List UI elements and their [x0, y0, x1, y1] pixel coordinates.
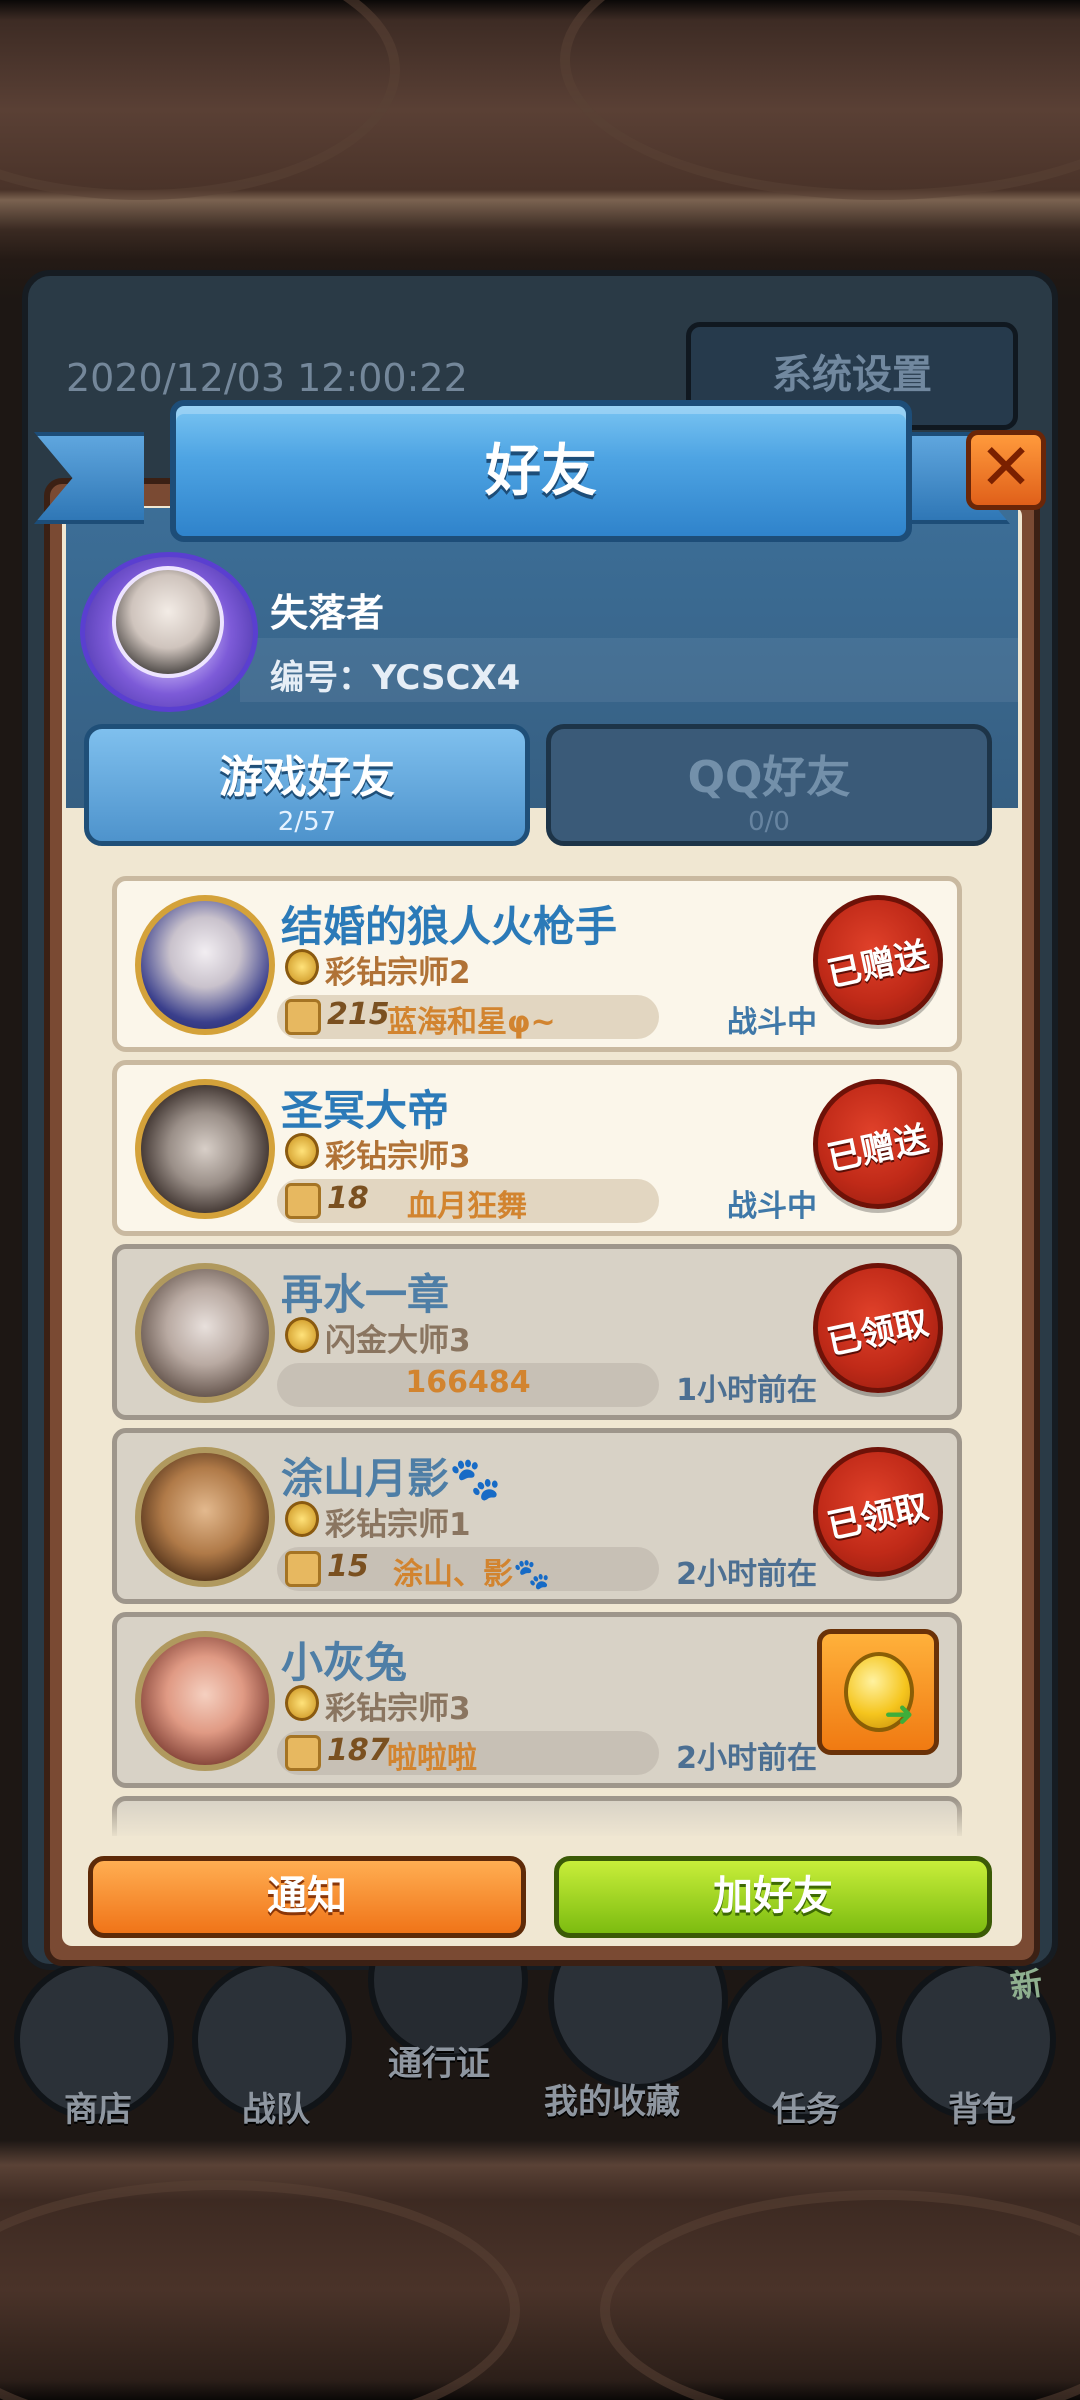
- friend-name: 再水一章: [281, 1270, 450, 1319]
- friend-name: 圣冥大帝: [281, 1086, 450, 1135]
- send-arrow-icon: ➜: [884, 1694, 915, 1735]
- seal-label: 已赠送: [823, 934, 933, 996]
- tab-game-friends[interactable]: 游戏好友 2/57: [84, 724, 530, 846]
- profile-id: 编号：YCSCX4: [270, 658, 521, 698]
- like-count: 15: [327, 1549, 369, 1584]
- friend-status: 2小时前在: [676, 1557, 817, 1592]
- list-fade: [112, 1800, 962, 1840]
- rank-medal-icon: [285, 1133, 319, 1169]
- friend-list[interactable]: 结婚的狼人火枪手 彩钻宗师2 215 蓝海和星φ~ 战斗中 已赠送 圣冥大帝 彩…: [112, 876, 962, 1836]
- guild-name: 蓝海和星φ~: [387, 1005, 556, 1040]
- bg-swirl: [560, 0, 1080, 200]
- avatar[interactable]: [135, 1631, 275, 1771]
- friend-rank: 彩钻宗师3: [325, 1691, 471, 1727]
- friend-name: 小灰兔: [281, 1638, 408, 1687]
- seal-label: 已领取: [823, 1486, 933, 1548]
- gift-sent-seal[interactable]: 已赠送: [813, 895, 943, 1025]
- rank-medal-icon: [285, 1685, 319, 1721]
- nav-label-shop: 商店: [64, 2090, 132, 2130]
- nav-label-collection: 我的收藏: [544, 2082, 680, 2122]
- rank-medal-icon: [285, 1317, 319, 1353]
- nav-label-team: 战队: [242, 2090, 310, 2130]
- friend-rank: 闪金大师3: [325, 1323, 471, 1359]
- friend-status: 战斗中: [727, 1189, 817, 1224]
- friend-row[interactable]: 再水一章 闪金大师3 166484 1小时前在 已领取: [112, 1244, 962, 1420]
- avatar[interactable]: [112, 566, 224, 678]
- nav-label-backpack: 背包: [948, 2090, 1016, 2130]
- thumbs-up-icon: [285, 999, 321, 1035]
- tab-count: 0/0: [748, 807, 790, 837]
- guild-name: 血月狂舞: [407, 1189, 527, 1224]
- send-coin-button[interactable]: ➜: [817, 1629, 939, 1755]
- tab-label: QQ好友: [687, 752, 851, 803]
- bg-swirl: [600, 2190, 1080, 2400]
- guild-name: 涂山、影🐾: [393, 1557, 551, 1592]
- like-count: 215: [327, 997, 390, 1032]
- tab-label: 游戏好友: [219, 752, 395, 803]
- profile-name: 失落者: [270, 591, 385, 635]
- friend-status: 1小时前在: [676, 1373, 817, 1408]
- tab-qq-friends[interactable]: QQ好友 0/0: [546, 724, 992, 846]
- gift-received-seal[interactable]: 已领取: [813, 1263, 943, 1393]
- gift-received-seal[interactable]: 已领取: [813, 1447, 943, 1577]
- notify-button[interactable]: 通知: [88, 1856, 526, 1938]
- add-friend-button[interactable]: 加好友: [554, 1856, 992, 1938]
- friend-rank: 彩钻宗师2: [325, 955, 471, 991]
- avatar[interactable]: [135, 1263, 275, 1403]
- friend-name: 结婚的狼人火枪手: [281, 902, 618, 951]
- friend-rank: 彩钻宗师1: [325, 1507, 471, 1543]
- friend-status: 战斗中: [727, 1005, 817, 1040]
- avatar[interactable]: [135, 1447, 275, 1587]
- seal-label: 已领取: [823, 1302, 933, 1364]
- close-button[interactable]: ✕: [966, 430, 1046, 510]
- rank-medal-icon: [285, 1501, 319, 1537]
- guild-name: 啦啦啦: [387, 1741, 477, 1776]
- rank-medal-icon: [285, 949, 319, 985]
- like-count: 187: [327, 1733, 390, 1768]
- friend-row[interactable]: 涂山月影🐾 彩钻宗师1 15 涂山、影🐾 2小时前在 已领取: [112, 1428, 962, 1604]
- friend-row[interactable]: 结婚的狼人火枪手 彩钻宗师2 215 蓝海和星φ~ 战斗中 已赠送: [112, 876, 962, 1052]
- dialog-title: 好友: [485, 439, 597, 504]
- bg-swirl: [0, 2180, 520, 2400]
- like-count: 18: [327, 1181, 369, 1216]
- screen: { "background": { "datetime": "2020/12/0…: [0, 0, 1080, 2400]
- avatar[interactable]: [135, 1079, 275, 1219]
- avatar[interactable]: [135, 895, 275, 1035]
- thumbs-up-icon: [285, 1551, 321, 1587]
- friend-row[interactable]: 小灰兔 彩钻宗师3 187 啦啦啦 2小时前在 ➜: [112, 1612, 962, 1788]
- friend-name: 涂山月影🐾: [281, 1454, 502, 1503]
- nav-label-task: 任务: [772, 2090, 840, 2130]
- guild-name: 166484: [405, 1365, 531, 1400]
- bg-swirl: [0, 0, 400, 200]
- friend-row[interactable]: 圣冥大帝 彩钻宗师3 18 血月狂舞 战斗中 已赠送: [112, 1060, 962, 1236]
- thumbs-up-icon: [285, 1183, 321, 1219]
- thumbs-up-icon: [285, 1735, 321, 1771]
- background-datetime: 2020/12/03 12:00:22: [66, 356, 468, 400]
- tab-count: 2/57: [277, 807, 337, 837]
- friend-rank: 彩钻宗师3: [325, 1139, 471, 1175]
- close-icon: ✕: [979, 431, 1033, 505]
- friend-status: 2小时前在: [676, 1741, 817, 1776]
- gift-sent-seal[interactable]: 已赠送: [813, 1079, 943, 1209]
- nav-label-pass: 通行证: [388, 2044, 490, 2084]
- seal-label: 已赠送: [823, 1118, 933, 1180]
